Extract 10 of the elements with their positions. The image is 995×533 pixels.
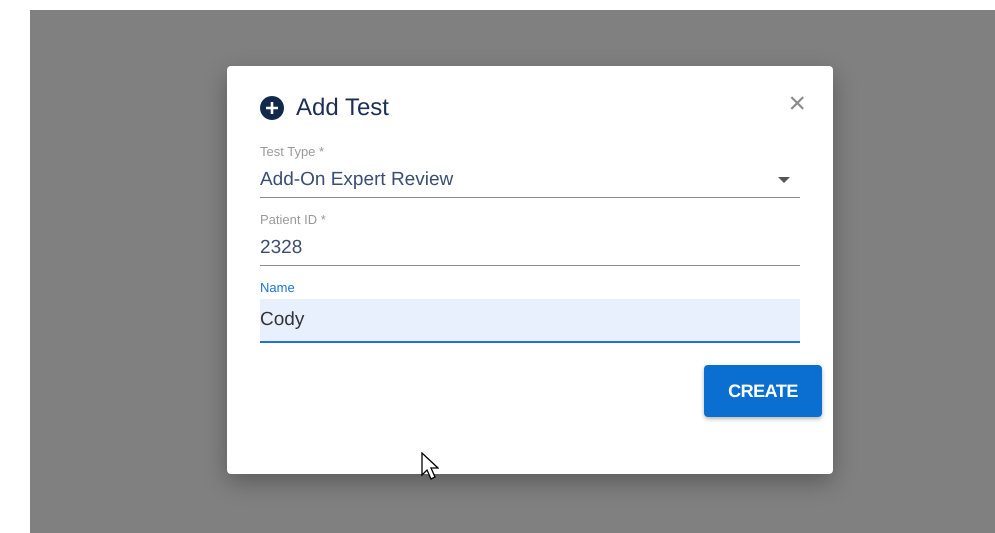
dialog-title: Add Test: [296, 94, 390, 122]
add-circle-icon: [260, 96, 284, 120]
field-label: Name: [260, 280, 295, 295]
field-label: Test Type *: [260, 144, 324, 159]
field-label: Patient ID *: [260, 212, 326, 227]
input-field[interactable]: Cody: [260, 299, 800, 343]
select-field[interactable]: Add-On Expert Review: [260, 163, 800, 198]
dropdown-caret-icon: [778, 177, 790, 183]
input-field[interactable]: 2328: [260, 231, 800, 266]
create-button[interactable]: CREATE: [704, 365, 822, 417]
